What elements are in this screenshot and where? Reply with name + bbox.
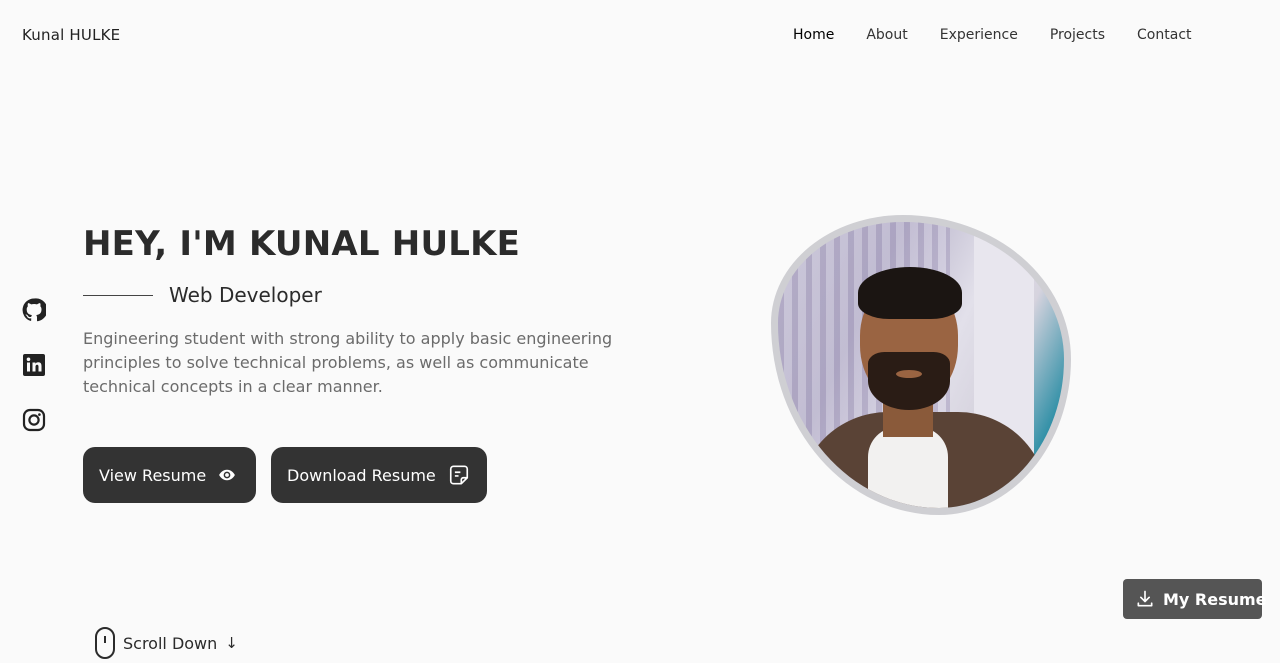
my-resume-label: My Resume [1163,589,1267,609]
nav-projects[interactable]: Projects [1050,27,1105,43]
download-resume-button[interactable]: Download Resume [271,447,487,503]
download-icon [1135,589,1155,609]
nav-about[interactable]: About [866,27,907,43]
main-nav: Home About Experience Projects Contact [793,27,1224,43]
subtitle-divider [83,294,153,296]
hero-title: HEY, I'M KUNAL HULKE [83,224,521,264]
profile-photo [771,215,1071,515]
document-icon [448,464,470,486]
my-resume-button[interactable]: My Resume [1123,579,1267,619]
nav-experience[interactable]: Experience [940,27,1018,43]
hero-description: Engineering student with strong ability … [83,329,613,396]
portfolio-page: Kunal HULKE Home About Experience Projec… [0,0,1280,663]
arrow-down-icon: ↓ [225,634,238,652]
subtitle-row: Web Developer [83,283,322,307]
view-resume-button[interactable]: View Resume [83,447,256,503]
site-logo[interactable]: Kunal HULKE [22,26,120,44]
eye-icon [218,466,236,484]
instagram-icon[interactable] [22,408,46,432]
scroll-down-label: Scroll Down [123,633,218,653]
mouse-icon [95,627,115,659]
github-icon[interactable] [22,298,46,322]
nav-contact[interactable]: Contact [1137,27,1191,43]
nav-home[interactable]: Home [793,27,834,43]
view-resume-label: View Resume [99,465,207,485]
social-links [22,298,46,463]
download-resume-label: Download Resume [287,465,436,485]
hero-subtitle: Web Developer [169,283,322,307]
scroll-down-link[interactable]: Scroll Down ↓ [95,627,238,659]
linkedin-icon[interactable] [22,353,46,377]
